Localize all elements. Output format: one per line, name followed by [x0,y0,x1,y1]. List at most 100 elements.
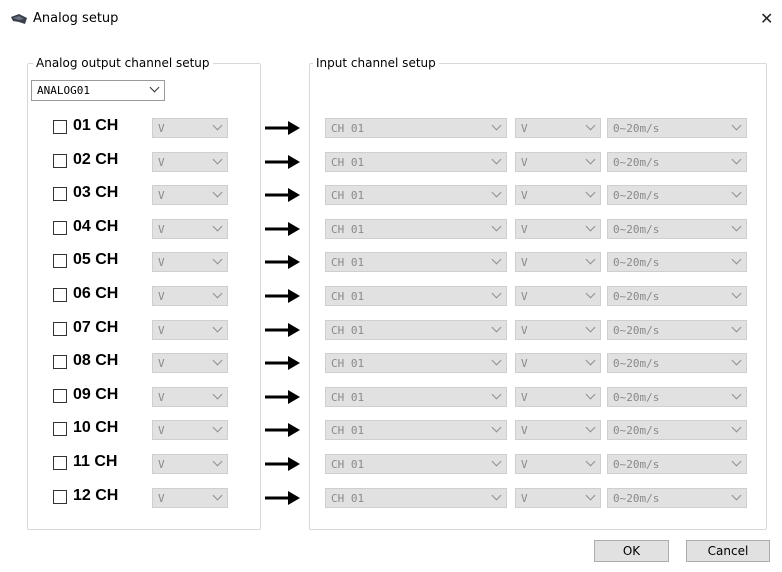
input-unit-select[interactable]: V [515,353,601,373]
output-unit-select[interactable]: V [152,320,228,340]
range-select[interactable]: 0~20m/s [607,152,747,172]
channel-checkbox[interactable] [53,154,67,168]
channel-label: 06 CH [73,285,119,302]
input-unit-value: V [521,256,528,269]
input-group-label: Input channel setup [313,56,439,70]
range-select[interactable]: 0~20m/s [607,454,747,474]
output-unit-select[interactable]: V [152,353,228,373]
analog-device-select[interactable]: ANALOG01 [31,80,165,101]
output-unit-select[interactable]: V [152,252,228,272]
range-select[interactable]: 0~20m/s [607,353,747,373]
chevron-down-icon [585,322,596,333]
chevron-down-icon [731,254,742,265]
output-unit-select[interactable]: V [152,420,228,440]
input-channel-select[interactable]: CH 01 [325,152,507,172]
input-channel-select[interactable]: CH 01 [325,252,507,272]
analog-device-value: ANALOG01 [37,84,90,97]
channel-checkbox[interactable] [53,187,67,201]
channel-checkbox[interactable] [53,422,67,436]
chevron-down-icon [585,490,596,501]
input-channel-select[interactable]: CH 01 [325,488,507,508]
chevron-down-icon [731,490,742,501]
input-unit-select[interactable]: V [515,454,601,474]
input-unit-select[interactable]: V [515,185,601,205]
input-channel-select[interactable]: CH 01 [325,118,507,138]
range-select[interactable]: 0~20m/s [607,286,747,306]
input-channel-select[interactable]: CH 01 [325,286,507,306]
chevron-down-icon [149,82,160,93]
channel-checkbox[interactable] [53,254,67,268]
input-unit-value: V [521,122,528,135]
output-unit-select[interactable]: V [152,286,228,306]
range-select[interactable]: 0~20m/s [607,118,747,138]
range-value: 0~20m/s [613,391,660,404]
range-select[interactable]: 0~20m/s [607,252,747,272]
input-unit-select[interactable]: V [515,152,601,172]
channel-row: 01 CH V CH 01 V 0~20m/s [0,117,782,139]
input-unit-value: V [521,156,528,169]
output-unit-select[interactable]: V [152,454,228,474]
range-select[interactable]: 0~20m/s [607,488,747,508]
input-unit-select[interactable]: V [515,118,601,138]
range-select[interactable]: 0~20m/s [607,185,747,205]
input-unit-select[interactable]: V [515,420,601,440]
input-channel-select[interactable]: CH 01 [325,320,507,340]
chevron-down-icon [212,288,223,299]
channel-checkbox[interactable] [53,355,67,369]
cancel-button[interactable]: Cancel [686,540,770,562]
chevron-down-icon [491,389,502,400]
channel-checkbox[interactable] [53,120,67,134]
input-unit-select[interactable]: V [515,387,601,407]
input-channel-value: CH 01 [331,189,365,202]
channel-checkbox[interactable] [53,221,67,235]
close-icon[interactable]: ✕ [760,9,773,28]
input-channel-select[interactable]: CH 01 [325,387,507,407]
channel-label: 09 CH [73,386,119,403]
channel-checkbox[interactable] [53,490,67,504]
input-channel-select[interactable]: CH 01 [325,420,507,440]
channel-checkbox[interactable] [53,456,67,470]
range-select[interactable]: 0~20m/s [607,320,747,340]
channel-checkbox[interactable] [53,322,67,336]
input-unit-select[interactable]: V [515,252,601,272]
output-unit-value: V [158,424,165,437]
ok-button[interactable]: OK [594,540,669,562]
output-unit-value: V [158,290,165,303]
input-channel-select[interactable]: CH 01 [325,219,507,239]
chevron-down-icon [731,221,742,232]
channel-row: 12 CH V CH 01 V 0~20m/s [0,487,782,509]
output-unit-select[interactable]: V [152,219,228,239]
channel-row: 08 CH V CH 01 V 0~20m/s [0,352,782,374]
chevron-down-icon [491,490,502,501]
output-unit-select[interactable]: V [152,488,228,508]
channel-row: 06 CH V CH 01 V 0~20m/s [0,285,782,307]
input-channel-select[interactable]: CH 01 [325,353,507,373]
channel-row: 03 CH V CH 01 V 0~20m/s [0,184,782,206]
chevron-down-icon [212,187,223,198]
output-unit-select[interactable]: V [152,387,228,407]
right-arrow-icon [265,322,301,342]
input-channel-select[interactable]: CH 01 [325,185,507,205]
range-select[interactable]: 0~20m/s [607,420,747,440]
channel-checkbox[interactable] [53,288,67,302]
channel-row: 04 CH V CH 01 V 0~20m/s [0,218,782,240]
chevron-down-icon [731,322,742,333]
range-select[interactable]: 0~20m/s [607,387,747,407]
right-arrow-icon [265,187,301,207]
channel-checkbox[interactable] [53,389,67,403]
right-arrow-icon [265,120,301,140]
input-unit-select[interactable]: V [515,219,601,239]
input-unit-select[interactable]: V [515,488,601,508]
output-unit-select[interactable]: V [152,118,228,138]
output-unit-select[interactable]: V [152,152,228,172]
input-unit-select[interactable]: V [515,320,601,340]
range-select[interactable]: 0~20m/s [607,219,747,239]
input-unit-select[interactable]: V [515,286,601,306]
chevron-down-icon [212,254,223,265]
output-unit-select[interactable]: V [152,185,228,205]
chevron-down-icon [491,288,502,299]
input-channel-select[interactable]: CH 01 [325,454,507,474]
right-arrow-icon [265,490,301,510]
input-channel-value: CH 01 [331,290,365,303]
chevron-down-icon [731,422,742,433]
